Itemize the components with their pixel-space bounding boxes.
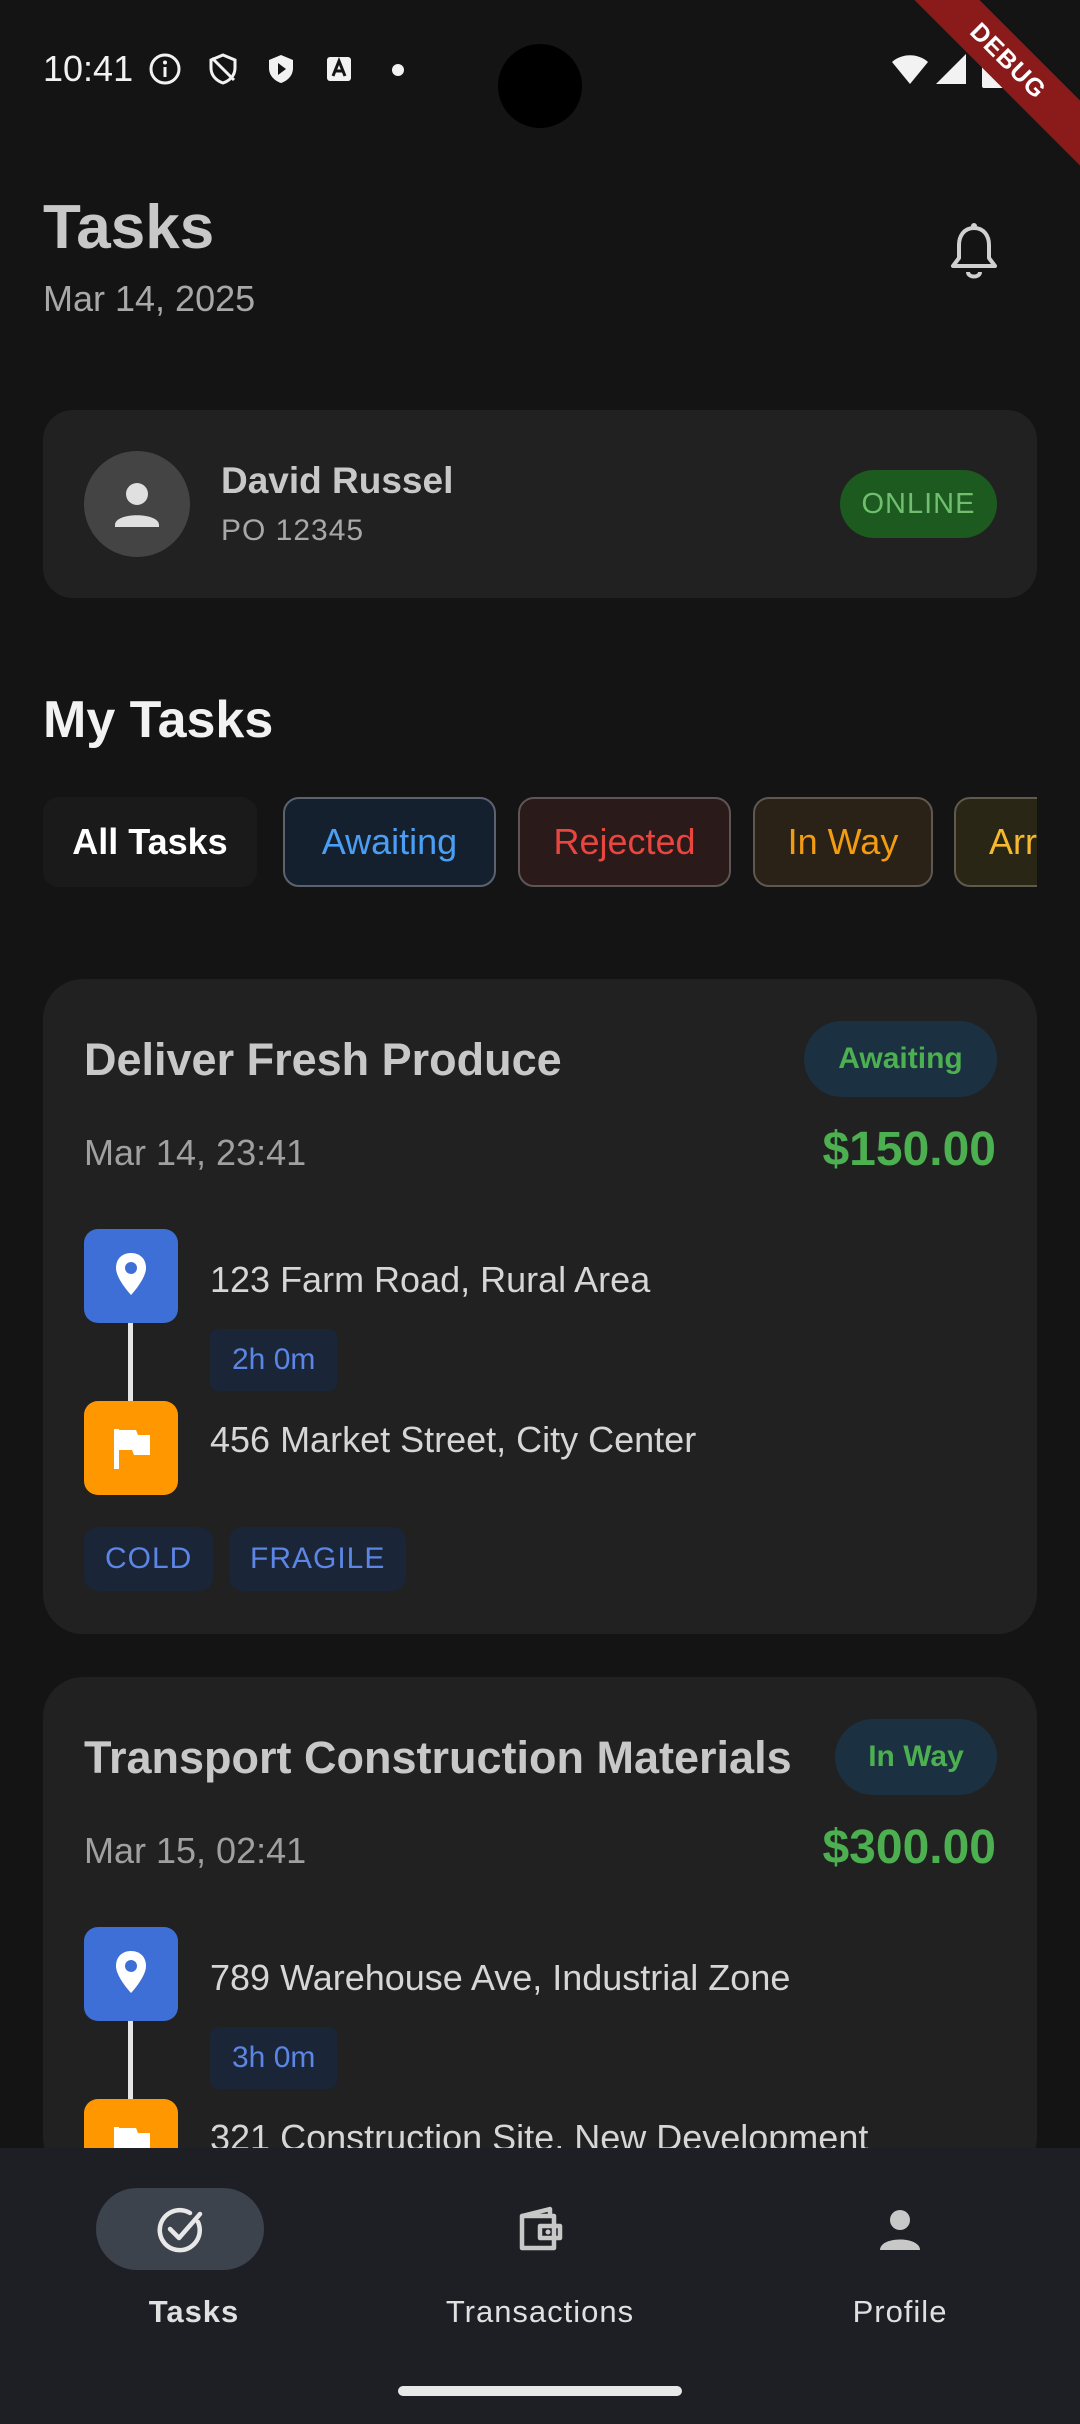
status-bar: 10:41 DEBUG [0, 0, 1080, 184]
task-filter-bar: All Tasks Awaiting Rejected In Way Arr [43, 797, 1037, 889]
task-price: $300.00 [822, 1821, 996, 1874]
page-title: Tasks [43, 193, 215, 262]
person-icon [115, 483, 159, 527]
task-title: Transport Construction Materials [84, 1732, 792, 1783]
online-status-badge[interactable]: ONLINE [840, 470, 997, 538]
task-card[interactable]: Transport Construction Materials In Way … [43, 1677, 1037, 2177]
task-status-badge: Awaiting [804, 1021, 997, 1097]
location-pin-icon [116, 1951, 146, 1993]
person-icon [880, 2210, 920, 2250]
filter-arrived[interactable]: Arr [954, 797, 1037, 887]
route-connector [128, 1323, 133, 1401]
filter-in-way[interactable]: In Way [753, 797, 933, 887]
home-indicator[interactable] [398, 2386, 682, 2396]
filter-all-tasks[interactable]: All Tasks [43, 797, 257, 887]
filter-rejected[interactable]: Rejected [518, 797, 731, 887]
driver-po-number: PO 12345 [221, 514, 365, 547]
pickup-marker [84, 1229, 178, 1323]
flag-icon [114, 1429, 150, 1469]
nav-profile[interactable]: Profile [750, 2188, 1050, 2338]
task-tag: COLD [84, 1527, 214, 1591]
pickup-address: 789 Warehouse Ave, Industrial Zone [210, 1957, 791, 1998]
debug-banner: DEBUG [885, 0, 1080, 184]
task-title: Deliver Fresh Produce [84, 1034, 562, 1085]
nav-transactions-label: Transactions [445, 2294, 635, 2329]
check-circle-icon [157, 2207, 203, 2253]
shield-play-icon [269, 55, 293, 83]
info-icon [149, 53, 181, 85]
task-date: Mar 14, 23:41 [84, 1132, 307, 1173]
avatar [84, 451, 190, 557]
camera-cutout [498, 44, 582, 128]
task-date: Mar 15, 02:41 [84, 1830, 307, 1871]
signal-icon [936, 54, 966, 84]
dropoff-address: 456 Market Street, City Center [210, 1419, 697, 1460]
wifi-icon [892, 55, 928, 84]
keyboard-a-icon [327, 56, 351, 81]
shield-off-icon [209, 53, 237, 85]
bell-icon[interactable] [947, 222, 1001, 282]
status-time: 10:41 [43, 48, 134, 89]
notification-dot [392, 64, 404, 76]
location-pin-icon [116, 1253, 146, 1295]
duration-badge: 2h 0m [210, 1329, 338, 1391]
filter-awaiting[interactable]: Awaiting [283, 797, 496, 887]
wallet-icon [519, 2206, 563, 2251]
nav-tasks[interactable]: Tasks [44, 2188, 344, 2338]
dropoff-marker [84, 1401, 178, 1495]
nav-transactions[interactable]: Transactions [390, 2188, 690, 2338]
task-card[interactable]: Deliver Fresh Produce Awaiting Mar 14, 2… [43, 979, 1037, 1634]
bottom-navigation: Tasks Transactions Profile [0, 2148, 1080, 2424]
duration-badge: 3h 0m [210, 2027, 338, 2089]
task-tag: FRAGILE [229, 1527, 407, 1591]
section-title: My Tasks [43, 691, 274, 749]
pickup-address: 123 Farm Road, Rural Area [210, 1259, 651, 1300]
driver-name: David Russel [221, 460, 454, 501]
route-connector [128, 2021, 133, 2099]
driver-profile-card[interactable]: David Russel PO 12345 ONLINE [43, 410, 1037, 598]
nav-tasks-label: Tasks [148, 2294, 240, 2329]
pickup-marker [84, 1927, 178, 2021]
task-status-badge: In Way [835, 1719, 997, 1795]
task-price: $150.00 [822, 1123, 996, 1176]
nav-profile-label: Profile [852, 2294, 948, 2329]
page-date: Mar 14, 2025 [43, 278, 256, 319]
